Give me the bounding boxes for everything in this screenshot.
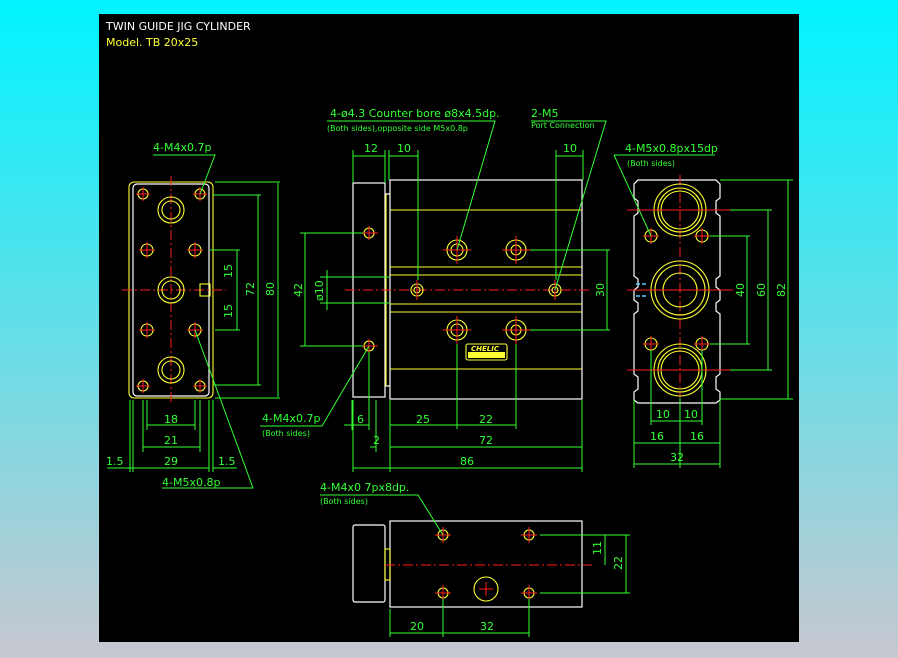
dim-40: 40: [734, 283, 747, 297]
dim-29: 29: [164, 455, 178, 468]
dim-6: 6: [357, 413, 364, 426]
cad-drawing: TWIN GUIDE JIG CYLINDER Model. TB 20x25: [99, 14, 799, 642]
dim-12: 12: [364, 142, 378, 155]
dim-10-left: 10: [397, 142, 411, 155]
callout-left-bottom-tap: 4-M5x0.8p: [162, 476, 220, 489]
dim-21: 21: [164, 434, 178, 447]
dim-22: 22: [479, 413, 493, 426]
dim-32-bottom: 32: [480, 620, 494, 633]
callout-bottom-tap-note: (Both sides): [320, 497, 368, 506]
callout-plate-tap: 4-M4x0.7p: [262, 412, 320, 425]
dim-11: 11: [591, 541, 604, 555]
dim-15-lower: 15: [222, 304, 235, 318]
dim-22-bottom: 22: [612, 556, 625, 570]
callout-right-tap-note: (Both sides): [627, 159, 675, 168]
dim-15-upper: 15: [222, 264, 235, 278]
dim-16-right: 16: [690, 430, 704, 443]
dim-32-width: 32: [670, 451, 684, 464]
callout-counter-bore-note: (Both sides),opposite side M5x0.8p: [327, 124, 468, 133]
dim-16-left: 16: [650, 430, 664, 443]
dim-82: 82: [775, 283, 788, 297]
callout-port: 2-M5: [531, 107, 558, 120]
dim-60: 60: [755, 283, 768, 297]
dim-86: 86: [460, 455, 474, 468]
dim-72-height: 72: [244, 282, 257, 296]
dim-20: 20: [410, 620, 424, 633]
dim-42: 42: [292, 283, 305, 297]
dim-25: 25: [416, 413, 430, 426]
dim-1-5-right: 1.5: [218, 455, 236, 468]
dim-10-r-right: 10: [684, 408, 698, 421]
drawing-title: TWIN GUIDE JIG CYLINDER: [105, 20, 251, 33]
callout-bottom-tap: 4-M4x0 7px8dp.: [320, 481, 409, 494]
dim-80-height: 80: [264, 282, 277, 296]
dim-10-right: 10: [563, 142, 577, 155]
callout-port-note: Port Connection: [531, 121, 595, 130]
dim-2: 2: [373, 434, 380, 447]
dim-1-5-left: 1.5: [106, 455, 124, 468]
dim-30: 30: [594, 283, 607, 297]
callout-right-tap: 4-M5x0.8px15dp: [625, 142, 718, 155]
callout-plate-tap-note: (Both sides): [262, 429, 310, 438]
callout-counter-bore: 4-ø4.3 Counter bore ø8x4.5dp.: [330, 107, 500, 120]
brand-label: CHELIC: [471, 345, 500, 353]
callout-left-top-tap: 4-M4x0.7p: [153, 141, 211, 154]
dim-72-length: 72: [479, 434, 493, 447]
dim-10-r-left: 10: [656, 408, 670, 421]
model-label: Model. TB 20x25: [106, 36, 198, 49]
dim-18: 18: [164, 413, 178, 426]
dim-dia-10: ø10: [313, 280, 326, 301]
